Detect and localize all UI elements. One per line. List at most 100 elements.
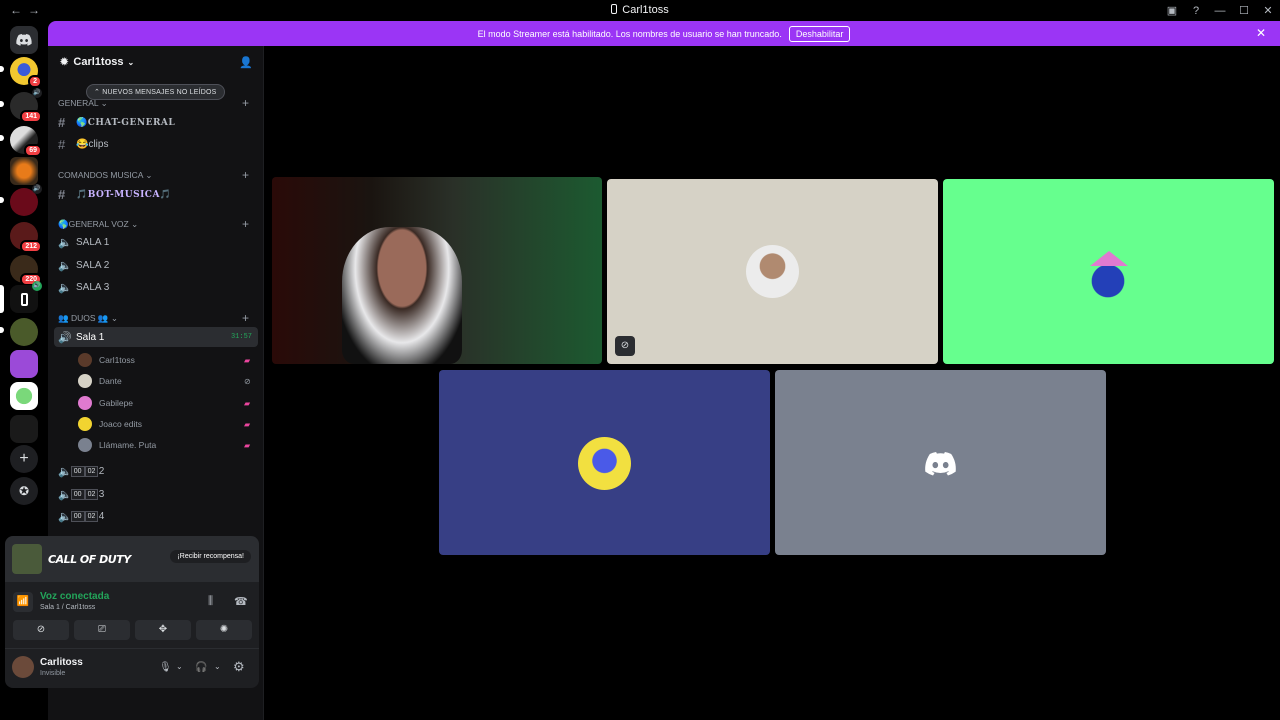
video-tile-user-2[interactable]: ⊘: [607, 179, 938, 364]
user-avatar[interactable]: [12, 656, 34, 678]
window-title-text: Carl1toss: [622, 4, 669, 16]
voice-channel-path[interactable]: Sala 1 / Carl1toss: [40, 604, 95, 611]
disable-streamer-button[interactable]: Deshabilitar: [788, 25, 851, 42]
voice-channel-sala-3[interactable]: 🔈 SALA 3: [58, 281, 109, 294]
user-name[interactable]: Carlitoss: [40, 657, 83, 668]
voice-user-2[interactable]: Dante ⊘: [78, 374, 251, 388]
help-icon[interactable]: ?: [1184, 5, 1208, 17]
voice-user-4[interactable]: Joaco edits ▰: [78, 417, 250, 431]
avatar: [578, 437, 631, 490]
speaker-icon: 🔊: [32, 88, 42, 98]
discord-logo-icon: [925, 452, 956, 476]
signal-icon[interactable]: 📶: [13, 592, 33, 612]
add-server-button[interactable]: +: [10, 445, 38, 473]
voice-channel-duo-sala-4[interactable]: 🔈Sala 40002: [58, 510, 104, 523]
category-general[interactable]: GENERAL ⌄ +: [58, 96, 249, 110]
streamer-mode-banner: El modo Streamer está habilitado. Los no…: [48, 21, 1280, 46]
speaker-icon: 🔈: [58, 282, 72, 294]
server-icon-8[interactable]: [10, 318, 38, 346]
minimize-button[interactable]: —: [1208, 5, 1232, 17]
streaming-icon: ▰: [244, 440, 251, 450]
server-name: Carl1toss: [73, 56, 124, 68]
add-channel-icon[interactable]: +: [242, 217, 249, 231]
voice-user-5[interactable]: Llámame. Puta ▰: [78, 438, 250, 452]
channel-bot-musica[interactable]: # 🎵BOT-MUSICA🎵: [58, 187, 172, 202]
speaker-icon: 🔊: [32, 184, 42, 194]
server-icon-5[interactable]: 🔊: [10, 184, 42, 216]
voice-panel: 📶 Voz conectada Sala 1 / Carl1toss ⫼ ☎ ⊘…: [5, 582, 259, 688]
server-icon-7[interactable]: 220: [10, 255, 42, 286]
video-tile-user-3[interactable]: [943, 179, 1274, 364]
discord-logo-icon: [16, 34, 32, 46]
webcam-person: [342, 227, 462, 364]
user-limit: 00 02: [70, 466, 99, 477]
voice-user-3[interactable]: Gabilepe ▰: [78, 396, 250, 410]
discord-home-button[interactable]: [10, 26, 38, 54]
voice-channel-duo-sala-1[interactable]: 🔊 Sala 1 31:57: [54, 327, 258, 347]
server-icon-2[interactable]: 🔊 141: [10, 88, 42, 123]
server-pill: [0, 101, 4, 107]
active-server-indicator: [0, 285, 4, 313]
camera-off-icon: ⊘: [244, 376, 251, 386]
mention-badge: 212: [20, 240, 42, 253]
server-pill: [0, 135, 4, 141]
headphones-icon[interactable]: 🎧: [195, 662, 207, 673]
claim-reward-button[interactable]: ¡Recibir recompensa!: [170, 550, 251, 563]
server-header[interactable]: ✹ Carl1toss ⌄ 👤: [48, 46, 263, 78]
banner-text: El modo Streamer está habilitado. Los no…: [477, 28, 782, 39]
promo-logo: [12, 544, 42, 574]
avatar-hat: [1090, 251, 1128, 266]
video-tile-user-4[interactable]: [439, 370, 770, 555]
divider: [5, 648, 259, 649]
soundboard-button[interactable]: ✺: [196, 620, 252, 640]
channel-clips[interactable]: # 😂clips: [58, 137, 108, 152]
chevron-down-icon[interactable]: ⌄: [176, 662, 183, 671]
server-icon-9[interactable]: [10, 350, 38, 378]
add-channel-icon[interactable]: +: [242, 168, 249, 182]
user-limit: 00 02: [70, 511, 99, 522]
voice-user-1[interactable]: Carl1toss ▰: [78, 353, 250, 367]
channel-chat-general[interactable]: # 🌎CHAT-GENERAL: [58, 115, 175, 130]
invite-people-icon[interactable]: 👤: [239, 56, 253, 69]
window-title: Carl1toss: [0, 4, 1280, 16]
server-icon-1[interactable]: 2: [10, 57, 42, 88]
hash-icon: #: [58, 137, 66, 152]
camera-toggle-button[interactable]: ⊘: [13, 620, 69, 640]
server-icon-4[interactable]: [10, 157, 38, 185]
streaming-icon: ▰: [244, 419, 251, 429]
server-icon-11[interactable]: [10, 415, 38, 443]
server-icon-10[interactable]: [10, 382, 38, 410]
voice-channel-duo-sala-3[interactable]: 🔈Sala 30002: [58, 488, 104, 501]
disconnect-icon[interactable]: ☎: [234, 595, 248, 608]
category-general-voz[interactable]: 🌎GENERAL VOZ ⌄ +: [58, 217, 249, 231]
banner-close-icon[interactable]: ✕: [1256, 26, 1266, 40]
title-bar: ←→ Carl1toss ▣ ? — ☐ ✕: [0, 0, 1280, 21]
microphone-icon[interactable]: 🎙: [159, 662, 172, 673]
close-window-button[interactable]: ✕: [1256, 4, 1280, 17]
voice-status[interactable]: Voz conectada: [40, 591, 109, 602]
voice-channel-sala-2[interactable]: 🔈 SALA 2: [58, 259, 109, 272]
inbox-icon[interactable]: ▣: [1160, 4, 1184, 17]
server-logo-icon: ✹: [60, 56, 69, 68]
server-icon-3[interactable]: 69: [10, 126, 42, 157]
screen-share-button[interactable]: ⎚: [74, 620, 130, 640]
add-channel-icon[interactable]: +: [242, 96, 249, 110]
server-pill: [0, 327, 4, 333]
noise-suppression-icon[interactable]: ⫼: [208, 595, 213, 608]
category-comandos-musica[interactable]: COMANDOS MUSICA ⌄ +: [58, 168, 249, 182]
server-icon-current[interactable]: 🔊: [10, 281, 42, 313]
video-tile-webcam[interactable]: [272, 177, 602, 364]
maximize-button[interactable]: ☐: [1232, 4, 1256, 17]
server-icon-6[interactable]: 212: [10, 222, 42, 253]
voice-channel-duo-sala-2[interactable]: 🔈Sala 20002: [58, 465, 104, 478]
discover-button[interactable]: ✪: [10, 477, 38, 505]
chevron-down-icon[interactable]: ⌄: [214, 662, 221, 671]
add-channel-icon[interactable]: +: [242, 311, 249, 325]
user-status[interactable]: Invisible: [40, 670, 65, 677]
category-duos[interactable]: 👥 DUOS 👥 ⌄ +: [58, 311, 249, 325]
settings-gear-icon[interactable]: ⚙: [233, 659, 245, 675]
video-tile-user-5[interactable]: [775, 370, 1106, 555]
streaming-icon: ▰: [244, 398, 251, 408]
voice-channel-sala-1[interactable]: 🔈 SALA 1: [58, 236, 109, 249]
activities-button[interactable]: ✥: [135, 620, 191, 640]
